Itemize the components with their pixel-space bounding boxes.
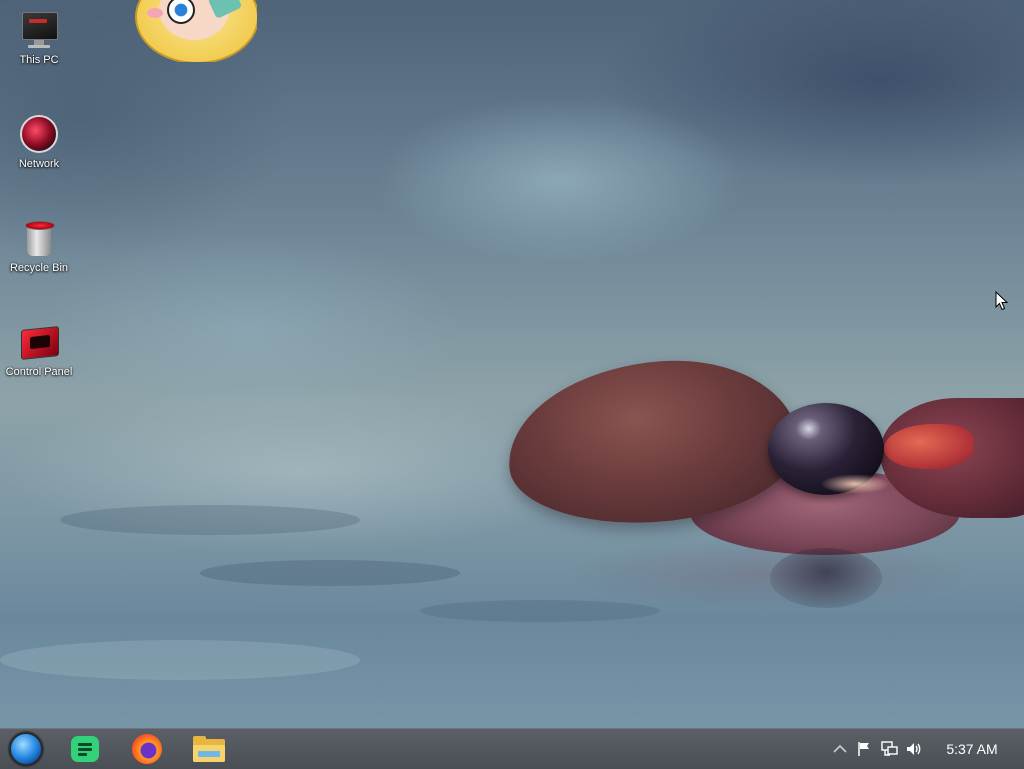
show-hidden-icons-button[interactable]	[830, 729, 850, 769]
desktop-icon-label: Control Panel	[5, 366, 73, 378]
taskbar-clock[interactable]: 5:37 AM	[932, 729, 1012, 769]
network-icon	[881, 741, 898, 756]
network-status-button[interactable]	[878, 729, 900, 769]
mouse-cursor-icon	[995, 291, 1009, 311]
file-explorer-icon	[193, 736, 225, 762]
start-button[interactable]	[5, 731, 47, 767]
desktop-icon-label: Network	[18, 158, 60, 170]
taskbar: 5:37 AM	[0, 728, 1024, 769]
volume-button[interactable]	[903, 729, 925, 769]
volume-icon	[907, 743, 921, 755]
flag-icon	[858, 742, 869, 756]
control-panel-icon	[19, 322, 59, 362]
cartoon-sticker[interactable]	[133, 0, 257, 62]
network-globe-icon	[19, 114, 59, 154]
desktop-icon-label: This PC	[19, 54, 59, 66]
notes-icon	[71, 736, 99, 762]
firefox-icon	[132, 734, 162, 764]
recycle-bin-icon	[19, 218, 59, 258]
start-orb-icon	[9, 732, 43, 766]
action-center-button[interactable]	[854, 729, 874, 769]
computer-icon	[19, 10, 59, 50]
desktop-icon-control-panel[interactable]: Control Panel	[1, 322, 77, 378]
taskbar-firefox-button[interactable]	[126, 731, 168, 767]
desktop-icon-recycle-bin[interactable]: Recycle Bin	[1, 218, 77, 274]
flower-petal	[884, 424, 974, 469]
taskbar-notes-button[interactable]	[64, 731, 106, 767]
chevron-up-icon	[833, 744, 847, 753]
taskbar-file-explorer-button[interactable]	[188, 731, 230, 767]
desktop-icon-label: Recycle Bin	[9, 262, 69, 274]
desktop-wallpaper	[0, 0, 1024, 728]
desktop-icon-network[interactable]: Network	[1, 114, 77, 170]
desktop-icon-this-pc[interactable]: This PC	[1, 10, 77, 66]
